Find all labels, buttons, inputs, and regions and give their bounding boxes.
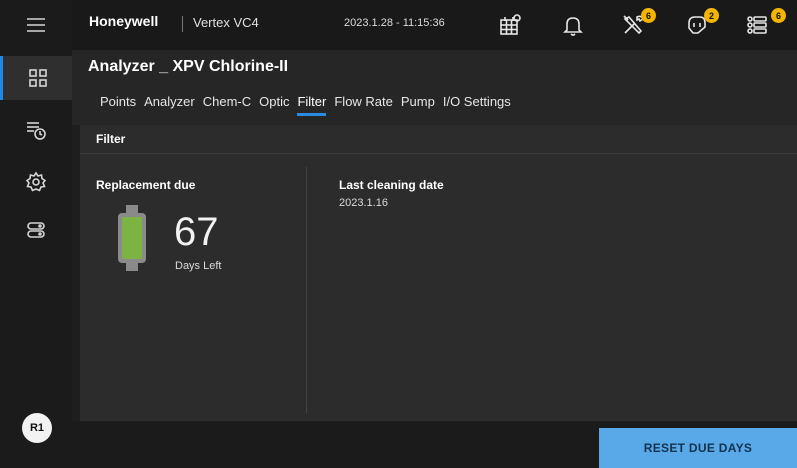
gear-icon: [25, 171, 47, 192]
device-model: Vertex VC4: [193, 15, 259, 30]
footer-bar: RESET DUE DAYS: [72, 421, 797, 468]
alarm-plug-icon[interactable]: 2: [683, 8, 719, 39]
tab-io-settings[interactable]: I/O Settings: [439, 92, 515, 120]
tab-bar: Points Analyzer Chem-C Optic Filter Flow…: [96, 92, 515, 120]
history-nav-button[interactable]: [0, 108, 72, 152]
brand-logo: Honeywell: [89, 13, 159, 29]
tab-flow-rate[interactable]: Flow Rate: [330, 92, 397, 120]
list-badge: 6: [771, 8, 786, 23]
replacement-due-label: Replacement due: [96, 178, 196, 192]
card-header: Filter: [80, 125, 797, 154]
brand-divider: [182, 16, 183, 32]
menu-icon[interactable]: [0, 12, 72, 38]
date-time: 2023.1.28 - 11:15:36: [344, 17, 445, 29]
days-left-value: 67: [174, 210, 219, 254]
calendar-icon[interactable]: [496, 11, 524, 39]
tab-analyzer[interactable]: Analyzer: [140, 92, 199, 120]
card-title: Filter: [96, 132, 126, 146]
page-title: Analyzer _ XPV Chlorine-II: [88, 58, 289, 75]
tab-chem-c[interactable]: Chem-C: [199, 92, 255, 120]
tab-points[interactable]: Points: [96, 92, 140, 120]
device-icon: [27, 222, 45, 238]
tab-pump[interactable]: Pump: [397, 92, 439, 120]
title-area: Analyzer _ XPV Chlorine-II Points Analyz…: [72, 50, 797, 125]
section-divider: [306, 167, 307, 413]
last-cleaning-date: 2023.1.16: [339, 197, 388, 209]
maintenance-badge: 6: [641, 8, 656, 23]
dashboard-nav-button[interactable]: [0, 56, 72, 100]
user-avatar[interactable]: R1: [22, 413, 52, 443]
reset-due-days-button[interactable]: RESET DUE DAYS: [599, 428, 797, 468]
top-bar: Honeywell Vertex VC4 2023.1.28 - 11:15:3…: [72, 0, 797, 50]
event-log-icon: [27, 122, 46, 140]
grid-icon: [28, 69, 47, 87]
settings-nav-button[interactable]: [0, 160, 72, 204]
left-rail: R1: [0, 0, 72, 468]
tab-filter[interactable]: Filter: [293, 92, 330, 120]
days-left-label: Days Left: [175, 260, 222, 272]
maintenance-tools-icon[interactable]: 6: [620, 8, 656, 39]
bell-icon[interactable]: [559, 11, 587, 39]
filter-card: Filter Replacement due 67 Days Left Last…: [80, 125, 797, 421]
last-cleaning-label: Last cleaning date: [339, 178, 444, 192]
devices-nav-button[interactable]: [0, 208, 72, 252]
task-list-icon[interactable]: 6: [744, 8, 786, 39]
filter-status-icon: [118, 205, 146, 271]
alarm-badge: 2: [704, 8, 719, 23]
tab-optic[interactable]: Optic: [255, 92, 293, 120]
